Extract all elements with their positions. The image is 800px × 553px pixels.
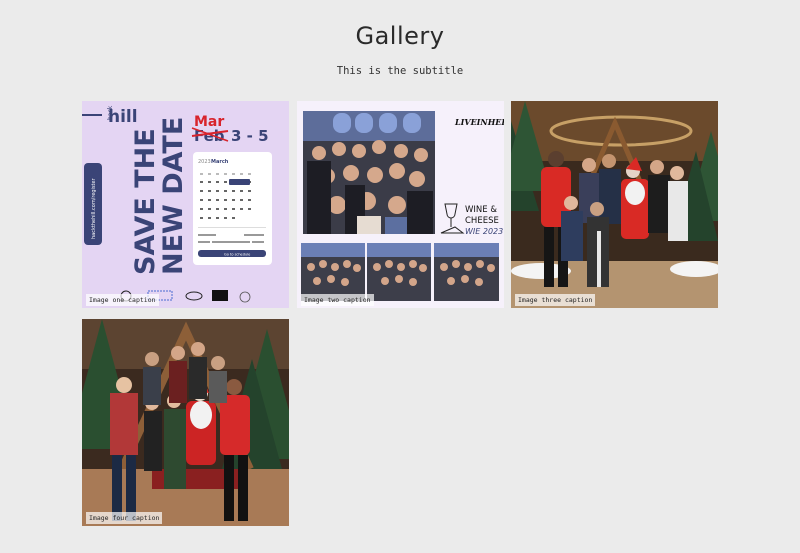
wine-cheese-collage-image: LIVEINHEIIN WINE & CHEESE WIE 2023	[297, 101, 504, 308]
gallery-item[interactable]: LIVEINHEIIN WINE & CHEESE WIE 2023	[297, 101, 504, 308]
calendar-month: March	[211, 159, 229, 165]
page-subtitle: This is the subtitle	[336, 65, 464, 77]
calendar-year: 2023	[198, 159, 211, 165]
event-line-2: CHEESE	[465, 216, 499, 226]
collage-brand: LIVEINHEIIN	[454, 117, 504, 127]
event-line-1: WINE &	[465, 205, 497, 215]
event-line-3: WIE 2023	[465, 227, 503, 236]
gallery-item[interactable]: Image three caption	[511, 101, 718, 308]
poster-side-tab: hackthehill.com/register	[91, 177, 97, 239]
image-caption: Image four caption	[86, 512, 163, 524]
gallery-item[interactable]: Image four caption	[82, 319, 289, 526]
poster-dates: 3 - 5	[231, 127, 269, 145]
poster-headline-2: NEW DATE	[158, 117, 189, 275]
gallery-item[interactable]: hack hill hackthehill.com/register SAVE …	[82, 101, 289, 308]
holiday-group-photo-image	[511, 101, 718, 308]
image-caption: Image two caption	[301, 294, 374, 306]
image-caption: Image one caption	[86, 294, 159, 306]
poster-headline-1: SAVE THE	[130, 128, 161, 275]
calendar-button: Go to schedule	[224, 253, 250, 257]
santa-group-photo-image	[82, 319, 289, 526]
save-the-date-poster-image: hack hill hackthehill.com/register SAVE …	[82, 101, 289, 308]
poster-logo: hill	[108, 107, 138, 127]
image-caption: Image three caption	[515, 294, 596, 306]
page-title: Gallery	[355, 22, 445, 50]
